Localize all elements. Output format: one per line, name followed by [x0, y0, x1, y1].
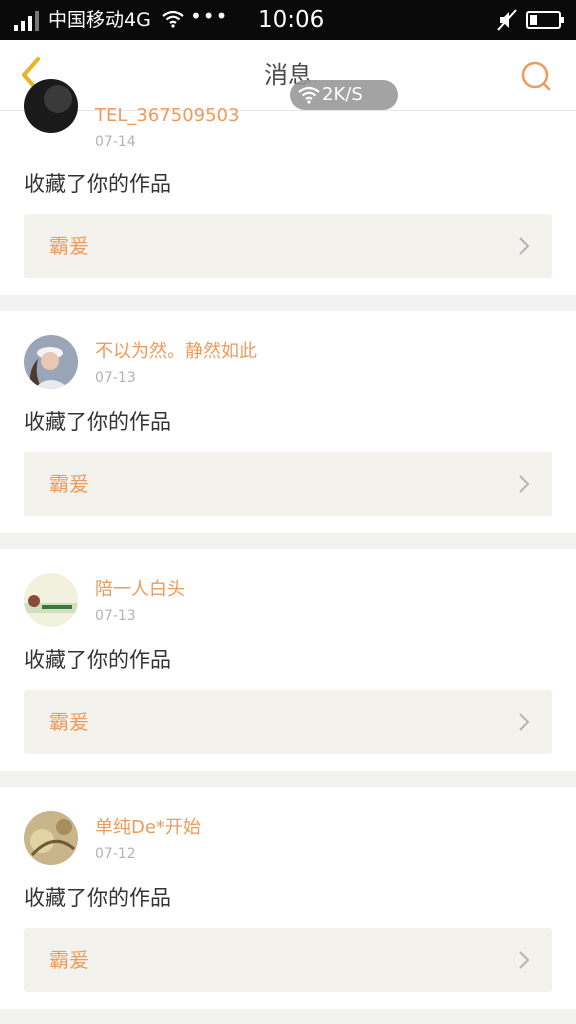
work-link[interactable]: 霸爰 [24, 690, 552, 754]
message-card: 单纯De*开始 07-12 收藏了你的作品 霸爰 [0, 787, 576, 1009]
username[interactable]: 不以为然。静然如此 [95, 341, 257, 363]
more-dots: ••• [190, 4, 229, 28]
network-speed-badge: 2K/S [290, 80, 398, 110]
work-link[interactable]: 霸爰 [24, 928, 552, 992]
message-card: 不以为然。静然如此 07-13 收藏了你的作品 霸爰 [0, 311, 576, 533]
clock: 10:06 [258, 7, 325, 33]
page-title: 消息 [264, 61, 312, 89]
message-list: TEL_367509503 07-14 收藏了你的作品 霸爰 不以为然。静然如此… [0, 79, 576, 1009]
message-card: TEL_367509503 07-14 收藏了你的作品 霸爰 [0, 79, 576, 295]
message-action: 收藏了你的作品 [24, 648, 171, 672]
message-action: 收藏了你的作品 [24, 410, 171, 434]
status-bar: 中国移动4G ••• 10:06 [0, 0, 576, 40]
avatar[interactable] [24, 573, 78, 627]
wifi-icon [162, 10, 184, 28]
chevron-right-icon [519, 475, 530, 493]
work-title: 霸爰 [49, 710, 89, 734]
work-link[interactable]: 霸爰 [24, 452, 552, 516]
message-date: 07-13 [95, 608, 136, 624]
signal-icon [14, 11, 39, 31]
username[interactable]: TEL_367509503 [95, 105, 239, 127]
username[interactable]: 陪一人白头 [95, 579, 185, 601]
search-icon[interactable] [518, 58, 554, 94]
message-date: 07-12 [95, 846, 136, 862]
message-action: 收藏了你的作品 [24, 886, 171, 910]
app-header: 消息 2K/S [0, 40, 576, 111]
wifi-icon [298, 86, 320, 104]
message-date: 07-14 [95, 134, 136, 150]
chevron-right-icon [519, 237, 530, 255]
network-speed-text: 2K/S [322, 84, 363, 105]
carrier-label: 中国移动4G [48, 9, 151, 31]
avatar[interactable] [24, 335, 78, 389]
avatar[interactable] [24, 811, 78, 865]
mute-icon [497, 9, 517, 31]
username[interactable]: 单纯De*开始 [95, 817, 201, 839]
chevron-right-icon [519, 713, 530, 731]
avatar[interactable] [24, 79, 78, 133]
work-title: 霸爰 [49, 948, 89, 972]
message-action: 收藏了你的作品 [24, 172, 171, 196]
message-date: 07-13 [95, 370, 136, 386]
battery-icon [526, 11, 564, 29]
message-card: 陪一人白头 07-13 收藏了你的作品 霸爰 [0, 549, 576, 771]
work-link[interactable]: 霸爰 [24, 214, 552, 278]
work-title: 霸爰 [49, 234, 89, 258]
chevron-right-icon [519, 951, 530, 969]
work-title: 霸爰 [49, 472, 89, 496]
